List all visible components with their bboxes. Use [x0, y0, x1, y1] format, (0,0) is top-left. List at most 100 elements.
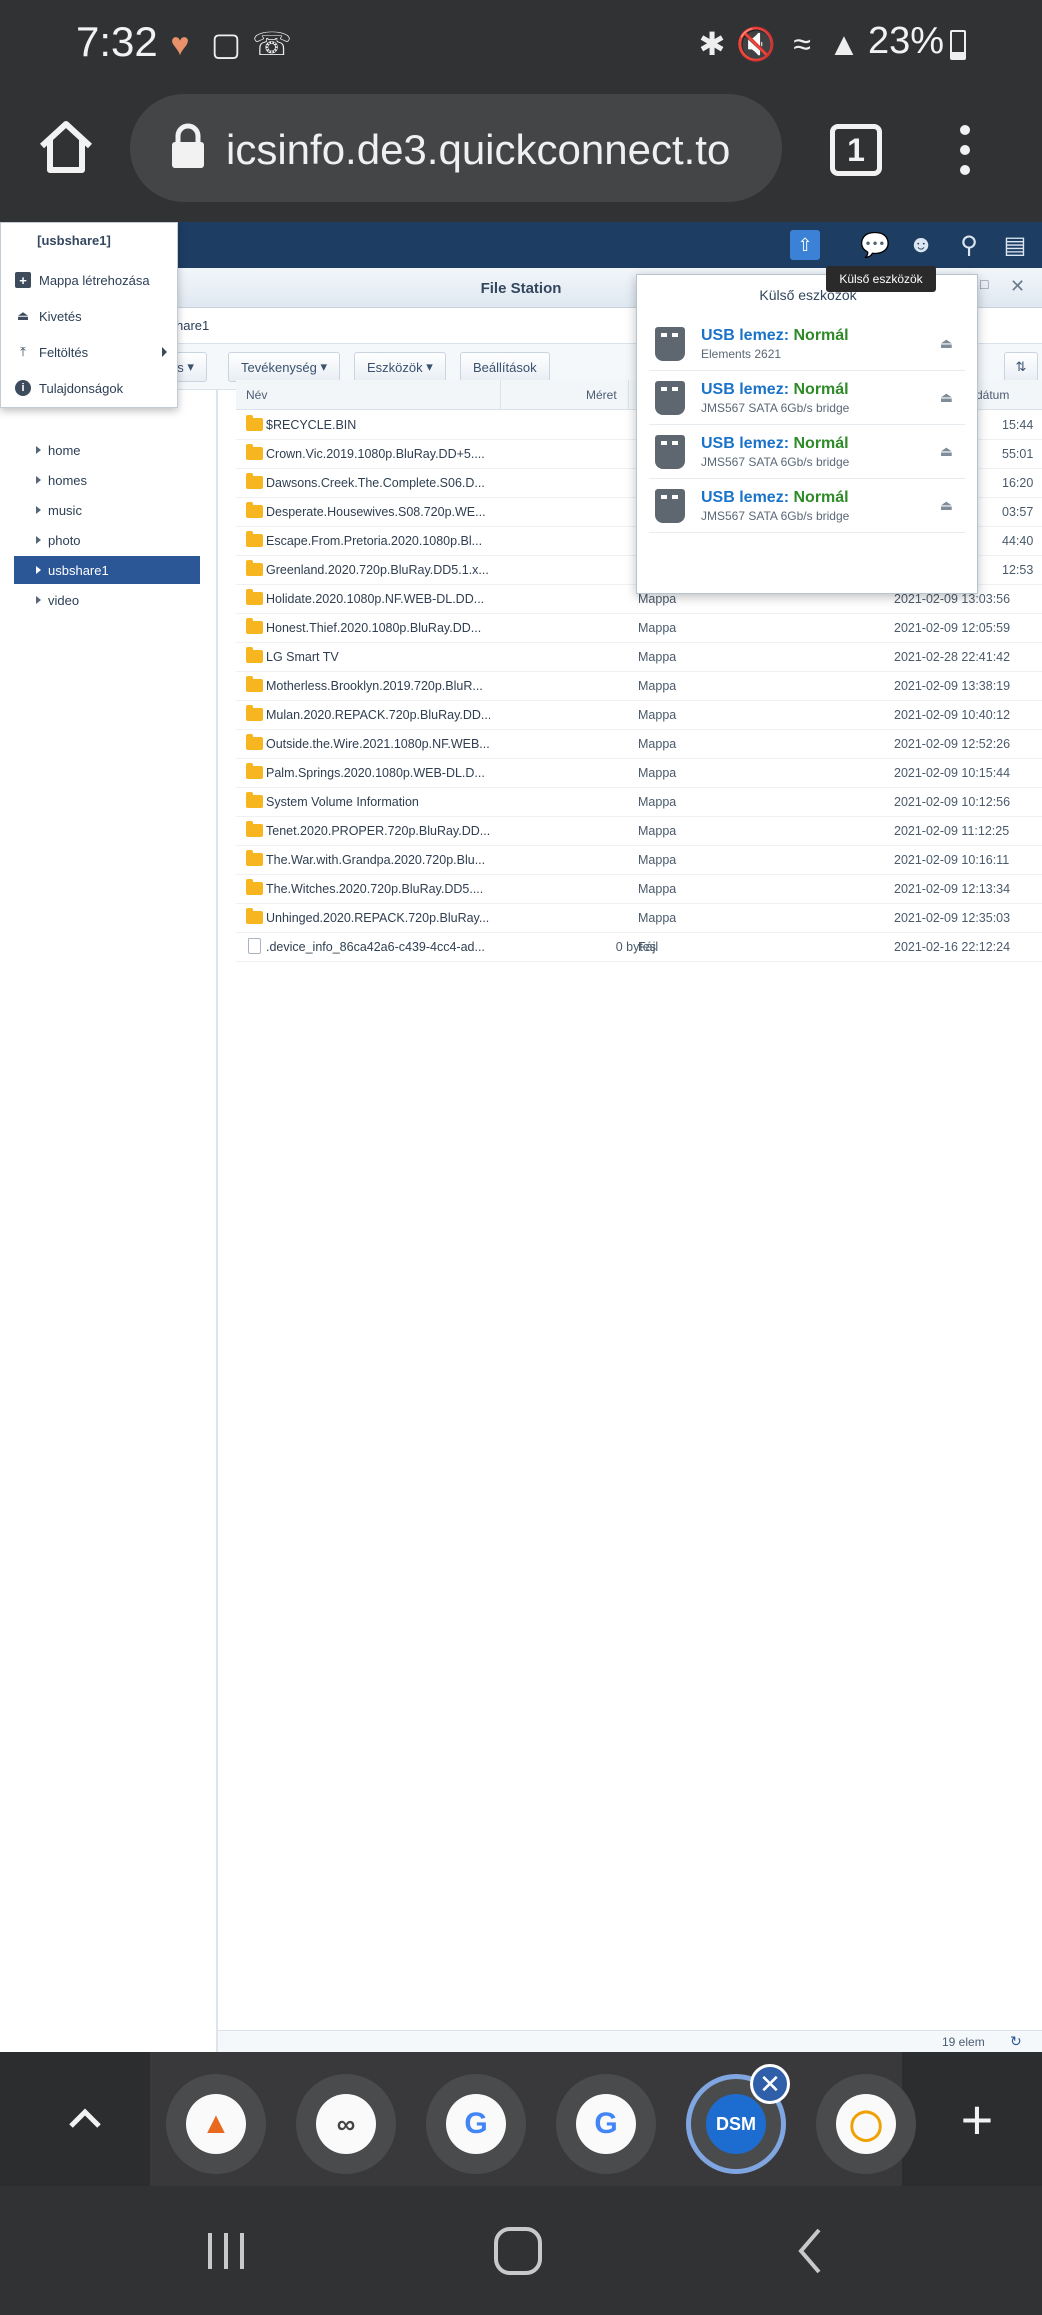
sidebar-item-photo[interactable]: photo	[14, 526, 200, 554]
file-type: Mappa	[638, 795, 677, 809]
expand-arrow-icon[interactable]	[36, 446, 41, 454]
menu-item-properties[interactable]: i Tulajdonságok	[1, 373, 179, 403]
add-icon[interactable]: +	[932, 2052, 1022, 2186]
table-row[interactable]: .device_info_86ca42a6-c439-4cc4-ad... 0 b…	[236, 933, 1042, 962]
sidebar-item-video[interactable]: video	[14, 586, 200, 614]
refresh-icon[interactable]: ↻	[1010, 2033, 1022, 2050]
file-name: Crown.Vic.2019.1080p.BluRay.DD+5....	[266, 447, 485, 461]
device-type: USB lemez:	[701, 489, 790, 506]
chevron-up-icon[interactable]	[20, 2052, 150, 2186]
tab-switcher-button[interactable]: 1	[830, 124, 882, 176]
search-icon[interactable]: ⚲	[952, 228, 986, 262]
back-button[interactable]	[750, 2186, 870, 2315]
sort-icon[interactable]: ⇅	[1004, 352, 1038, 382]
file-type: Mappa	[638, 911, 677, 925]
google-icon[interactable]: G	[426, 2074, 526, 2174]
device-status: Normál	[793, 435, 849, 452]
dsm-page: ⇧ 💬 ☻ ⚲ ▤ File Station ✕ □ hare1 ás ▾ Te…	[0, 222, 1042, 2052]
column-date[interactable]: dátum	[976, 388, 1009, 402]
home-button[interactable]	[458, 2186, 578, 2315]
maximize-window-icon[interactable]: □	[980, 276, 988, 292]
file-date: 03:57	[1002, 505, 1034, 519]
external-device-item[interactable]: USB lemez: Normál JMS567 SATA 6Gb/s bridg…	[649, 425, 965, 479]
close-icon[interactable]: ✕	[750, 2064, 790, 2104]
file-date: 44:40	[1002, 534, 1034, 548]
table-row[interactable]: LG Smart TV Mappa 2021-02-28 22:41:42	[236, 643, 1042, 672]
table-row[interactable]: System Volume Information Mappa 2021-02-09…	[236, 788, 1042, 817]
sidebar-item-usbshare1[interactable]: usbshare1	[14, 556, 200, 584]
table-row[interactable]: Motherless.Brooklyn.2019.720p.BluR... Map…	[236, 672, 1042, 701]
expand-arrow-icon[interactable]	[36, 506, 41, 514]
table-row[interactable]: Tenet.2020.PROPER.720p.BluRay.DD... Mappa…	[236, 817, 1042, 846]
app-6-icon[interactable]: ◯	[816, 2074, 916, 2174]
file-date: 2021-02-09 11:12:25	[894, 824, 1010, 838]
folder-icon	[246, 647, 263, 663]
file-type: Mappa	[638, 766, 677, 780]
expand-arrow-icon[interactable]	[36, 536, 41, 544]
address-bar[interactable]: icsinfo.de3.quickconnect.to	[130, 94, 782, 202]
file-type: Fájl	[638, 940, 659, 954]
device-status: Normál	[793, 381, 849, 398]
more-options-icon[interactable]	[950, 120, 980, 180]
file-date: 2021-02-28 22:41:42	[894, 650, 1011, 664]
action-dropdown[interactable]: Tevékenység ▾	[228, 352, 341, 382]
table-row[interactable]: Outside.the.Wire.2021.1080p.NF.WEB... Map…	[236, 730, 1042, 759]
user-icon[interactable]: ☻	[904, 228, 938, 262]
table-row[interactable]: The.War.with.Grandpa.2020.720p.Blu... Map…	[236, 846, 1042, 875]
file-date: 2021-02-09 10:16:11	[894, 853, 1010, 867]
column-size[interactable]: Méret	[586, 388, 617, 402]
file-type: Mappa	[638, 592, 677, 606]
eject-icon[interactable]: ⏏	[940, 389, 953, 406]
folder-icon	[246, 589, 263, 605]
sidebar-item-label: homes	[48, 472, 88, 488]
menu-item-create-folder[interactable]: + Mappa létrehozása	[1, 265, 179, 295]
eject-icon[interactable]: ⏏	[940, 497, 953, 514]
google-icon[interactable]: G	[556, 2074, 656, 2174]
file-name: Mulan.2020.REPACK.720p.BluRay.DD...	[266, 708, 490, 722]
column-name[interactable]: Név	[246, 388, 267, 402]
notification-icon[interactable]: 💬	[858, 228, 892, 262]
expand-arrow-icon[interactable]	[36, 596, 41, 604]
external-devices-icon[interactable]: ⇧	[790, 230, 820, 260]
widgets-icon[interactable]: ▤	[998, 228, 1032, 262]
expand-arrow-icon[interactable]	[36, 476, 41, 484]
external-device-item[interactable]: USB lemez: Normál Elements 2621 ⏏	[649, 317, 965, 371]
table-row[interactable]: Unhinged.2020.REPACK.720p.BluRay.... Mapp…	[236, 904, 1042, 933]
viber-icon: ☏	[252, 26, 293, 62]
expand-arrow-icon[interactable]	[36, 566, 41, 574]
folder-icon	[246, 415, 263, 431]
folder-icon	[246, 618, 263, 634]
device-status: Normál	[793, 489, 849, 506]
sidebar-item-homes[interactable]: homes	[14, 466, 200, 494]
folder-icon	[246, 473, 263, 489]
close-window-icon[interactable]: ✕	[1010, 276, 1025, 297]
table-row[interactable]: Mulan.2020.REPACK.720p.BluRay.DD... Mappa…	[236, 701, 1042, 730]
table-row[interactable]: Palm.Springs.2020.1080p.WEB-DL.D... Mappa…	[236, 759, 1042, 788]
external-device-item[interactable]: USB lemez: Normál JMS567 SATA 6Gb/s bridg…	[649, 479, 965, 533]
sidebar-item-home[interactable]: home	[14, 436, 200, 464]
file-type: Mappa	[638, 679, 677, 693]
eject-icon: ⏏	[16, 308, 30, 323]
usb-drive-icon	[655, 327, 685, 361]
sidebar-item-music[interactable]: music	[14, 496, 200, 524]
folder-icon	[246, 676, 263, 692]
eject-icon[interactable]: ⏏	[940, 335, 953, 352]
table-row[interactable]: Honest.Thief.2020.1080p.BluRay.DD... Mapp…	[236, 614, 1042, 643]
recents-button[interactable]	[166, 2186, 286, 2315]
device-name: USB lemez: Normál	[701, 435, 849, 453]
table-row[interactable]: The.Witches.2020.720p.BluRay.DD5.... Mapp…	[236, 875, 1042, 904]
file-type: Mappa	[638, 824, 677, 838]
tools-dropdown[interactable]: Eszközök ▾	[354, 352, 446, 382]
app-1-icon[interactable]: ▲	[166, 2074, 266, 2174]
app-2-icon[interactable]: ∞	[296, 2074, 396, 2174]
file-name: Dawsons.Creek.The.Complete.S06.D...	[266, 476, 485, 490]
settings-button[interactable]: Beállítások	[460, 352, 550, 382]
menu-item-eject[interactable]: ⏏ Kivetés	[1, 301, 179, 331]
path-text: hare1	[176, 318, 210, 333]
home-icon[interactable]	[34, 116, 98, 180]
tools-label: Eszközök	[367, 359, 423, 375]
menu-item-upload[interactable]: ⤒ Feltöltés	[1, 337, 179, 367]
file-type: Mappa	[638, 708, 677, 722]
external-device-item[interactable]: USB lemez: Normál JMS567 SATA 6Gb/s bridg…	[649, 371, 965, 425]
eject-icon[interactable]: ⏏	[940, 443, 953, 460]
